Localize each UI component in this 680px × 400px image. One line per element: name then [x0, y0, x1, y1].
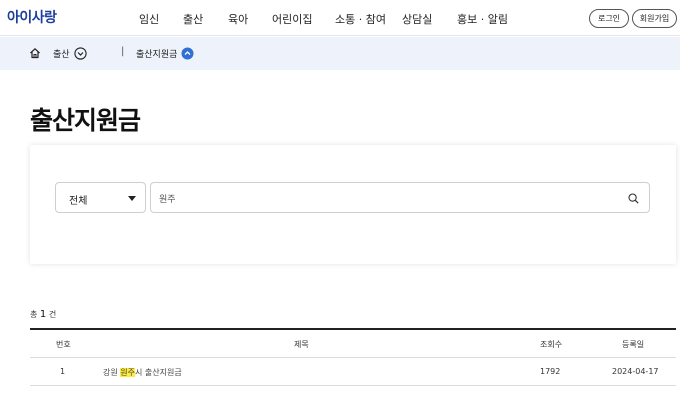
column-header-title: 제목 [294, 340, 309, 349]
page-title: 출산지원금 [30, 106, 141, 135]
nav-item-birth[interactable]: 출산 [183, 11, 203, 27]
row-date: 2024-04-17 [612, 367, 659, 376]
nav-item-pregnancy[interactable]: 임신 [139, 11, 159, 27]
row-title-before: 강원 [103, 368, 121, 377]
result-count-number: 1 [39, 309, 47, 320]
breadcrumb-level2[interactable]: 출산지원금 [136, 47, 177, 60]
nav-item-daycare[interactable]: 어린이집 [272, 11, 312, 27]
row-title-after: 시 출산지원금 [135, 368, 182, 377]
home-icon[interactable] [29, 47, 41, 59]
table-row[interactable]: 1 강원 원주시 출산지원금 1792 2024-04-17 [30, 358, 676, 386]
nav-item-notice[interactable]: 홍보 · 알림 [457, 11, 508, 27]
nav-item-childcare[interactable]: 육아 [228, 11, 248, 27]
login-button[interactable]: 로그인 [589, 9, 629, 28]
column-header-views: 조회수 [540, 340, 563, 349]
row-views: 1792 [540, 367, 561, 376]
column-header-date: 등록일 [622, 340, 645, 349]
breadcrumb: 출산 | 출산지원금 [0, 37, 680, 70]
row-title-highlight: 원주 [120, 368, 135, 377]
breadcrumb-level1[interactable]: 출산 [53, 47, 70, 60]
search-panel: 전체 [30, 145, 676, 264]
site-header: 아이사랑 임신 출산 육아 어린이집 소통 · 참여 상담실 홍보 · 알림 로… [0, 0, 680, 36]
breadcrumb-separator: | [121, 46, 125, 57]
result-count-prefix: 총 [30, 310, 38, 319]
category-select-value: 전체 [69, 196, 88, 207]
nav-item-community[interactable]: 소통 · 참여 [335, 11, 386, 27]
result-count: 총 1 건 [30, 309, 56, 320]
table-header: 번호 제목 조회수 등록일 [30, 330, 676, 358]
search-field[interactable] [150, 182, 650, 213]
result-count-suffix: 건 [48, 310, 57, 319]
chevron-down-circle-icon[interactable] [74, 47, 87, 60]
join-button[interactable]: 회원가입 [632, 9, 677, 28]
row-title-link[interactable]: 강원 원주시 출산지원금 [103, 367, 182, 378]
dropdown-caret-icon [128, 196, 136, 201]
category-select[interactable]: 전체 [55, 182, 146, 213]
row-number: 1 [60, 367, 66, 376]
chevron-up-circle-icon[interactable] [181, 47, 194, 60]
nav-item-counseling[interactable]: 상담실 [402, 11, 432, 27]
column-header-no: 번호 [56, 340, 71, 349]
search-input[interactable] [159, 188, 619, 208]
search-icon[interactable] [628, 193, 639, 204]
results-table: 번호 제목 조회수 등록일 1 강원 원주시 출산지원금 1792 2024-0… [30, 328, 676, 386]
site-logo[interactable]: 아이사랑 [7, 7, 57, 27]
